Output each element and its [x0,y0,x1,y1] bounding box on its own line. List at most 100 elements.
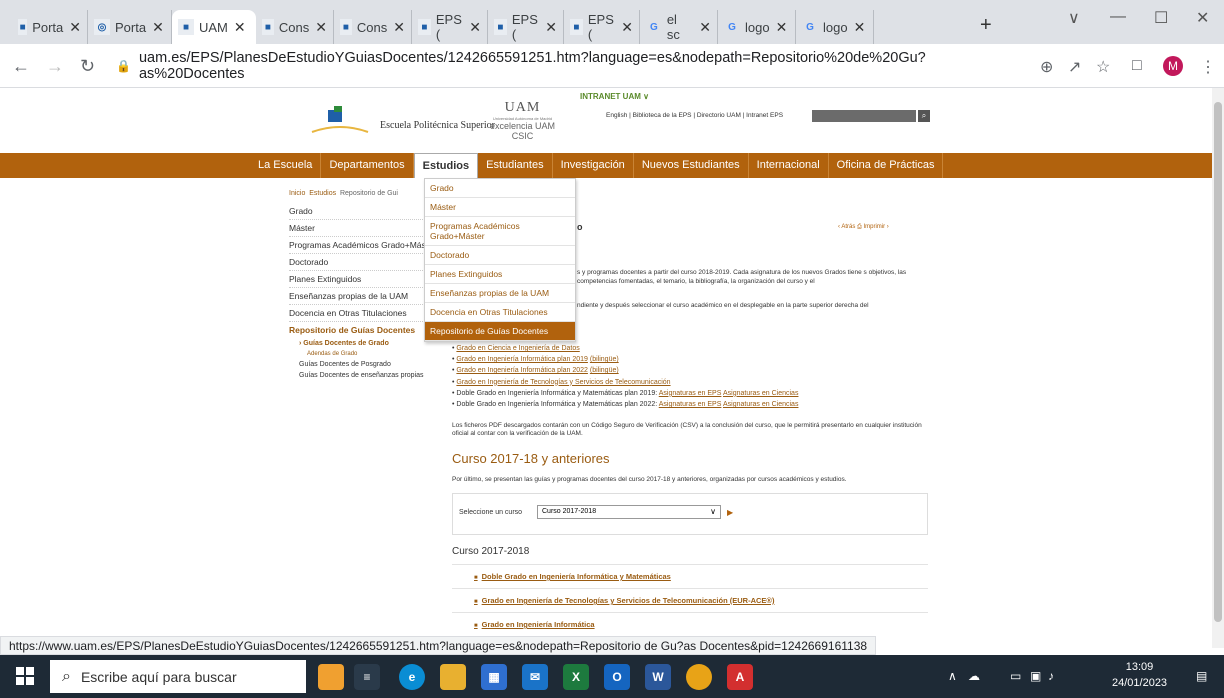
dropdown-item[interactable]: Grado [425,179,575,198]
browser-tab[interactable]: Gel sc ✕ [640,10,718,44]
close-icon[interactable]: ✕ [545,19,557,36]
word-icon[interactable]: W [645,664,671,690]
nav-item-la-escuela[interactable]: La Escuela [250,153,322,178]
close-icon[interactable]: ✕ [152,19,164,36]
sidepanel-icon[interactable]: □ [1132,57,1142,75]
onedrive-icon[interactable]: ☁ [968,669,980,683]
site-search-input[interactable] [812,110,916,122]
network-icon[interactable]: ▣ [1030,669,1041,683]
share-icon[interactable]: ↗ [1068,57,1081,77]
grado-link[interactable]: Grado en Ingeniería de Tecnologías y Ser… [456,379,670,386]
nav-item-estudiantes[interactable]: Estudiantes [478,153,553,178]
browser-tab[interactable]: ◎ Porta ✕ [88,10,172,44]
reload-icon[interactable]: ↻ [80,56,95,77]
close-icon[interactable]: ✕ [621,19,633,36]
outlook-icon[interactable]: O [604,664,630,690]
left-nav-item[interactable]: Grado [289,203,439,220]
taskbar-search-input[interactable]: ⌕ Escribe aquí para buscar [50,660,306,693]
forward-arrow-icon[interactable]: → [46,56,64,77]
browser-tab[interactable]: ■ EPS (✕ [412,10,488,44]
nav-item-oficina-de-pr-cticas[interactable]: Oficina de Prácticas [829,153,944,178]
nav-item-nuevos-estudiantes[interactable]: Nuevos Estudiantes [634,153,749,178]
bilingue-link[interactable]: (bilingüe) [590,367,619,374]
asig-eps-link[interactable]: Asignaturas en EPS [659,401,722,408]
left-nav-propias[interactable]: Guías Docentes de enseñanzas propias [289,370,439,381]
scrollbar-thumb[interactable] [1214,102,1222,622]
asig-eps-link[interactable]: Asignaturas en EPS [659,390,722,397]
file-explorer-icon[interactable] [440,664,466,690]
nav-item-estudios[interactable]: Estudios [413,153,479,178]
dropdown-item[interactable]: Repositorio de Guías Docentes [425,322,575,341]
left-nav-sub-grado[interactable]: › Guías Docentes de Grado [289,338,439,349]
new-tab-button[interactable]: + [980,14,992,37]
chrome-icon[interactable] [686,664,712,690]
close-icon[interactable]: ✕ [469,19,481,36]
degree-link[interactable]: ■ Doble Grado en Ingeniería Informática y… [474,572,671,581]
profile-avatar[interactable]: M [1163,56,1183,76]
back-print-links[interactable]: ‹ Atrás ⎙ Imprimir › [838,224,889,231]
left-nav-item[interactable]: Doctorado [289,254,439,271]
close-icon[interactable]: ✕ [315,19,327,36]
volume-icon[interactable]: ♪ [1048,669,1054,683]
close-icon[interactable]: ✕ [234,19,246,36]
left-nav-item[interactable]: Programas Académicos Grado+Máster [289,237,439,254]
tray-chevron-icon[interactable]: ∧ [948,669,957,683]
nav-item-departamentos[interactable]: Departamentos [321,153,414,178]
grado-link[interactable]: Grado en Ingeniería Informática plan 201… [456,356,588,363]
close-icon[interactable]: ✕ [699,19,711,36]
close-icon[interactable]: ✕ [776,19,788,36]
dropdown-item[interactable]: Enseñanzas propias de la UAM [425,284,575,303]
bilingue-link[interactable]: (bilingüe) [590,356,619,363]
edge-icon[interactable]: e [399,664,425,690]
bookmark-star-icon[interactable]: ☆ [1096,57,1110,77]
menu-dots-icon[interactable]: ⋮ [1200,57,1216,77]
nav-item-investigaci-n[interactable]: Investigación [553,153,634,178]
search-icon[interactable]: ⌕ [918,110,930,122]
browser-tab[interactable]: Glogo ✕ [796,10,874,44]
left-nav-item[interactable]: Planes Extinguidos [289,271,439,288]
left-nav-item[interactable]: Docencia en Otras Titulaciones [289,305,439,322]
browser-tab[interactable]: ■ UAM ✕ [172,10,256,44]
zoom-icon[interactable]: ⊕ [1040,57,1053,77]
dropdown-item[interactable]: Planes Extinguidos [425,265,575,284]
dropdown-item[interactable]: Doctorado [425,246,575,265]
acrobat-icon[interactable]: A [727,664,753,690]
left-nav-posgrado[interactable]: Guías Docentes de Posgrado [289,359,439,370]
dropdown-item[interactable]: Docencia en Otras Titulaciones [425,303,575,322]
chevron-down-icon[interactable]: ∨ [1068,8,1080,28]
course-select[interactable]: Curso 2017-2018 ∨ [537,505,721,519]
left-nav-item-repositorio[interactable]: Repositorio de Guías Docentes [289,322,439,338]
battery-icon[interactable]: ▭ [1010,669,1021,683]
browser-tab[interactable]: ■ EPS (✕ [488,10,564,44]
minimize-icon[interactable]: — [1110,8,1126,26]
mail-icon[interactable]: ✉ [522,664,548,690]
close-window-icon[interactable]: ✕ [1196,8,1209,28]
taskbar-clock[interactable]: 13:09 24/01/2023 [1112,659,1167,691]
close-icon[interactable]: ✕ [393,19,405,36]
close-icon[interactable]: ✕ [854,19,866,36]
asig-ciencias-link[interactable]: Asignaturas en Ciencias [723,401,799,408]
dropdown-item[interactable]: Programas Académicos Grado+Máster [425,217,575,246]
notifications-icon[interactable]: ▤ [1196,669,1207,683]
degree-link[interactable]: ■ Grado en Ingeniería de Tecnologías y Se… [474,596,774,605]
top-links[interactable]: English | Biblioteca de la EPS | Directo… [606,112,783,119]
left-nav-item[interactable]: Enseñanzas propias de la UAM [289,288,439,305]
store-icon[interactable]: ▦ [481,664,507,690]
asig-ciencias-link[interactable]: Asignaturas en Ciencias [723,390,799,397]
close-icon[interactable]: ✕ [69,19,81,36]
dropdown-item[interactable]: Máster [425,198,575,217]
page-scrollbar[interactable] [1212,88,1224,648]
browser-tab[interactable]: ■ EPS (✕ [564,10,640,44]
widgets-icon[interactable] [318,664,344,690]
grado-link[interactable]: Grado en Ciencia e Ingeniería de Datos [456,345,579,352]
browser-tab[interactable]: Glogo ✕ [718,10,796,44]
intranet-link[interactable]: INTRANET UAM ∨ [580,92,649,101]
windows-start-icon[interactable] [16,667,34,685]
excel-icon[interactable]: X [563,664,589,690]
nav-item-internacional[interactable]: Internacional [749,153,829,178]
browser-tab[interactable]: ■ Cons ✕ [334,10,412,44]
degree-link[interactable]: ■ Grado en Ingeniería Informática [474,620,595,629]
task-view-icon[interactable]: ≡ [354,664,380,690]
left-nav-adendas[interactable]: Adendas de Grado [289,349,439,359]
go-arrow-icon[interactable]: ▶ [727,508,733,517]
